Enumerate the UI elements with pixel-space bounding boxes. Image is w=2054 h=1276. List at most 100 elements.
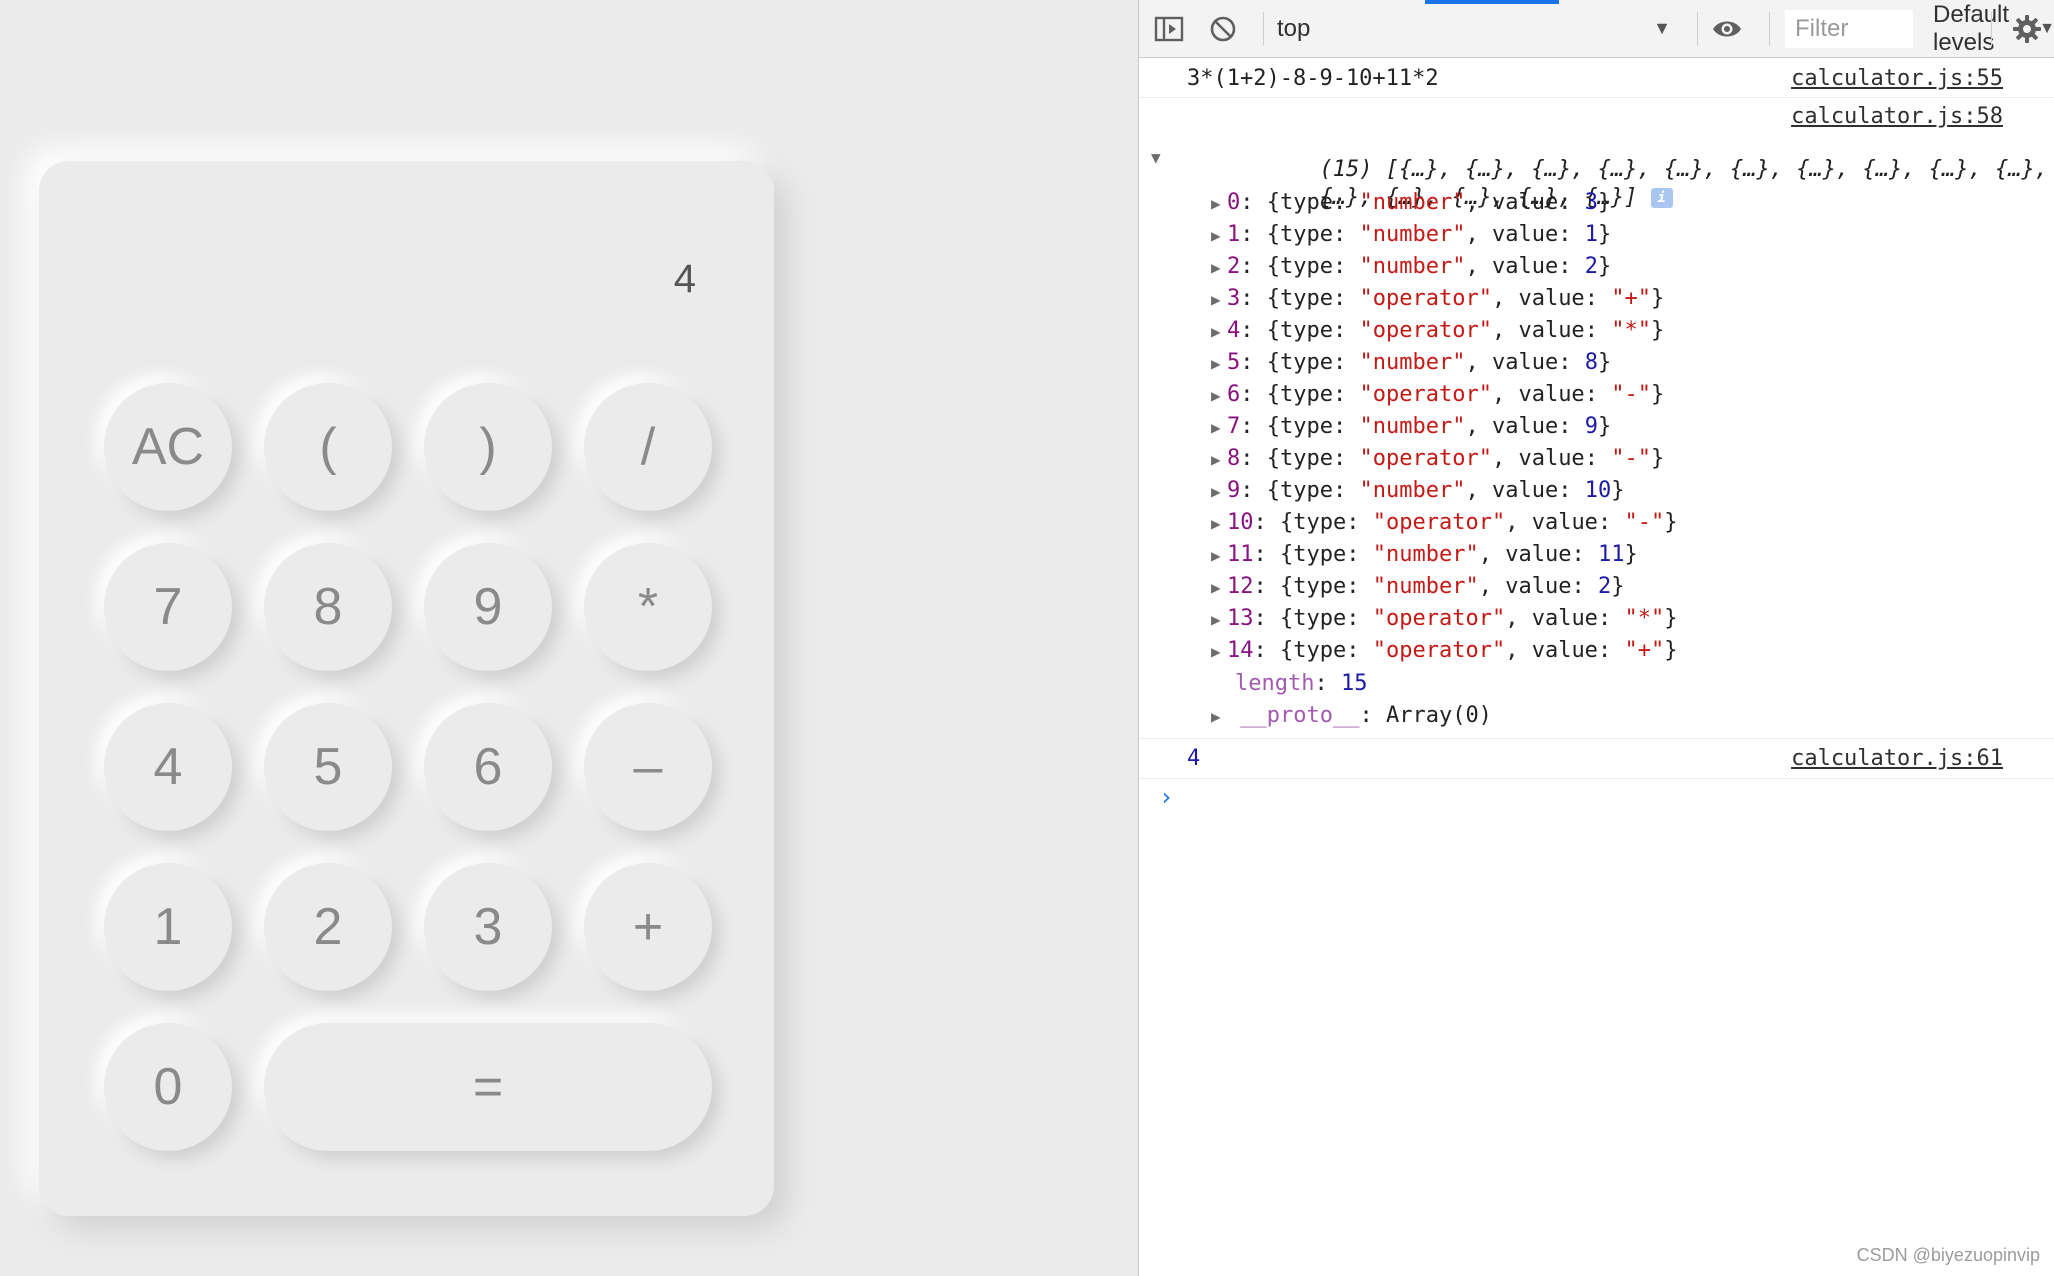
context-selector[interactable]: top ▼ <box>1277 12 1687 46</box>
type-value: number <box>1372 190 1453 215</box>
array-item-row[interactable]: ▶ 13: {type: "operator", value: "*"} <box>1211 606 1677 631</box>
digit-5-button[interactable]: 5 <box>264 703 392 831</box>
type-value: operator <box>1385 638 1492 663</box>
proto-row[interactable]: ▶ __proto__: Array(0) <box>1211 703 1492 728</box>
expand-triangle-icon[interactable]: ▼ <box>1151 148 1167 167</box>
array-item-row[interactable]: ▶ 3: {type: "operator", value: "+"} <box>1211 286 1664 311</box>
toolbar-separator <box>1263 12 1264 46</box>
source-link[interactable]: calculator.js:61 <box>1791 746 2003 771</box>
digit-0-button[interactable]: 0 <box>104 1023 232 1151</box>
item-index: 6 <box>1227 382 1241 407</box>
expand-triangle-icon[interactable]: ▶ <box>1211 610 1227 629</box>
expand-triangle-icon[interactable]: ▶ <box>1211 642 1227 661</box>
array-item-row[interactable]: ▶ 12: {type: "number", value: 2} <box>1211 574 1624 599</box>
left-paren-button[interactable]: ( <box>264 383 392 511</box>
context-value: top <box>1277 15 1311 42</box>
item-value: 1 <box>1584 222 1598 247</box>
array-item-row[interactable]: ▶ 2: {type: "number", value: 2} <box>1211 254 1611 279</box>
source-link[interactable]: calculator.js:55 <box>1791 66 2003 91</box>
expand-triangle-icon[interactable]: ▶ <box>1211 482 1227 501</box>
toolbar-separator <box>1697 12 1698 46</box>
minus-button[interactable]: – <box>584 703 712 831</box>
digit-2-button[interactable]: 2 <box>264 863 392 991</box>
digit-6-button[interactable]: 6 <box>424 703 552 831</box>
digit-1-button[interactable]: 1 <box>104 863 232 991</box>
item-value: 2 <box>1597 574 1612 599</box>
multiply-button[interactable]: * <box>584 543 712 671</box>
type-value: number <box>1372 350 1453 375</box>
expand-triangle-icon[interactable]: ▶ <box>1211 354 1227 373</box>
array-item-row[interactable]: ▶ 5: {type: "number", value: 8} <box>1211 350 1611 375</box>
item-value: + <box>1624 286 1638 311</box>
devtools-panel: top ▼ Default levels ▼ <box>1138 0 2054 1276</box>
length-key: length <box>1235 671 1315 696</box>
expand-triangle-icon[interactable]: ▶ <box>1211 258 1227 277</box>
plus-button[interactable]: + <box>584 863 712 991</box>
divide-button[interactable]: / <box>584 383 712 511</box>
filter-input[interactable] <box>1785 10 1913 48</box>
item-index: 7 <box>1227 414 1241 439</box>
array-item-row[interactable]: ▶ 4: {type: "operator", value: "*"} <box>1211 318 1664 343</box>
clear-console-icon[interactable] <box>1207 13 1239 45</box>
source-link[interactable]: calculator.js:58 <box>1791 104 2003 129</box>
item-value: 3 <box>1584 190 1598 215</box>
array-item-row[interactable]: ▶ 10: {type: "operator", value: "-"} <box>1211 510 1677 535</box>
expand-triangle-icon[interactable]: ▶ <box>1211 194 1227 213</box>
value-key: value <box>1518 318 1585 343</box>
type-value: number <box>1385 574 1466 599</box>
expand-triangle-icon[interactable]: ▶ <box>1211 226 1227 245</box>
value-key: value <box>1491 478 1559 503</box>
digit-3-button[interactable]: 3 <box>424 863 552 991</box>
type-key: type <box>1280 414 1333 439</box>
digit-4-button[interactable]: 4 <box>104 703 232 831</box>
value-key: value <box>1518 286 1585 311</box>
console-output: 3*(1+2)-8-9-10+11*2 calculator.js:55 cal… <box>1139 58 2054 839</box>
ac-button[interactable]: AC <box>104 383 232 511</box>
expand-triangle-icon[interactable]: ▶ <box>1211 418 1227 437</box>
value-key: value <box>1518 446 1585 471</box>
gear-icon[interactable] <box>2011 13 2043 45</box>
item-index: 4 <box>1227 318 1241 343</box>
value-key: value <box>1505 542 1572 567</box>
type-key: type <box>1280 286 1333 311</box>
dropdown-arrow-icon: ▼ <box>1653 18 1671 38</box>
type-key: type <box>1280 318 1333 343</box>
value-key: value <box>1491 350 1559 375</box>
console-message: 4 calculator.js:61 <box>1139 739 2054 779</box>
type-value: operator <box>1385 606 1492 631</box>
expand-triangle-icon[interactable]: ▶ <box>1211 578 1227 597</box>
info-icon[interactable]: i <box>1650 188 1673 208</box>
array-item-row[interactable]: ▶ 9: {type: "number", value: 10} <box>1211 478 1624 503</box>
array-item-row[interactable]: ▶ 8: {type: "operator", value: "-"} <box>1211 446 1664 471</box>
item-value: 9 <box>1584 414 1598 439</box>
expand-triangle-icon[interactable]: ▶ <box>1211 707 1227 726</box>
console-prompt[interactable]: › <box>1139 779 2054 839</box>
array-item-row[interactable]: ▶ 6: {type: "operator", value: "-"} <box>1211 382 1664 407</box>
right-paren-button[interactable]: ) <box>424 383 552 511</box>
value-key: value <box>1531 510 1598 535</box>
digit-8-button[interactable]: 8 <box>264 543 392 671</box>
digit-9-button[interactable]: 9 <box>424 543 552 671</box>
array-item-row[interactable]: ▶ 14: {type: "operator", value: "+"} <box>1211 638 1677 663</box>
type-value: operator <box>1385 510 1492 535</box>
item-index: 10 <box>1227 510 1254 535</box>
array-item-row[interactable]: ▶ 11: {type: "number", value: 11} <box>1211 542 1638 567</box>
expand-triangle-icon[interactable]: ▶ <box>1211 386 1227 405</box>
sidebar-toggle-icon[interactable] <box>1153 13 1185 45</box>
array-item-row[interactable]: ▶ 1: {type: "number", value: 1} <box>1211 222 1611 247</box>
type-key: type <box>1293 606 1347 631</box>
digit-7-button[interactable]: 7 <box>104 543 232 671</box>
watermark: CSDN @biyezuopinvip <box>1856 1245 2040 1265</box>
expand-triangle-icon[interactable]: ▶ <box>1211 290 1227 309</box>
expand-triangle-icon[interactable]: ▶ <box>1211 514 1227 533</box>
type-key: type <box>1280 478 1333 503</box>
equals-button[interactable]: = <box>264 1023 712 1151</box>
expand-triangle-icon[interactable]: ▶ <box>1211 546 1227 565</box>
expand-triangle-icon[interactable]: ▶ <box>1211 450 1227 469</box>
array-item-row[interactable]: ▶ 0: {type: "number", value: 3} <box>1211 190 1611 215</box>
length-value: 15 <box>1340 671 1368 696</box>
eye-icon[interactable] <box>1711 13 1743 45</box>
type-key: type <box>1280 446 1333 471</box>
array-item-row[interactable]: ▶ 7: {type: "number", value: 9} <box>1211 414 1611 439</box>
expand-triangle-icon[interactable]: ▶ <box>1211 322 1227 341</box>
